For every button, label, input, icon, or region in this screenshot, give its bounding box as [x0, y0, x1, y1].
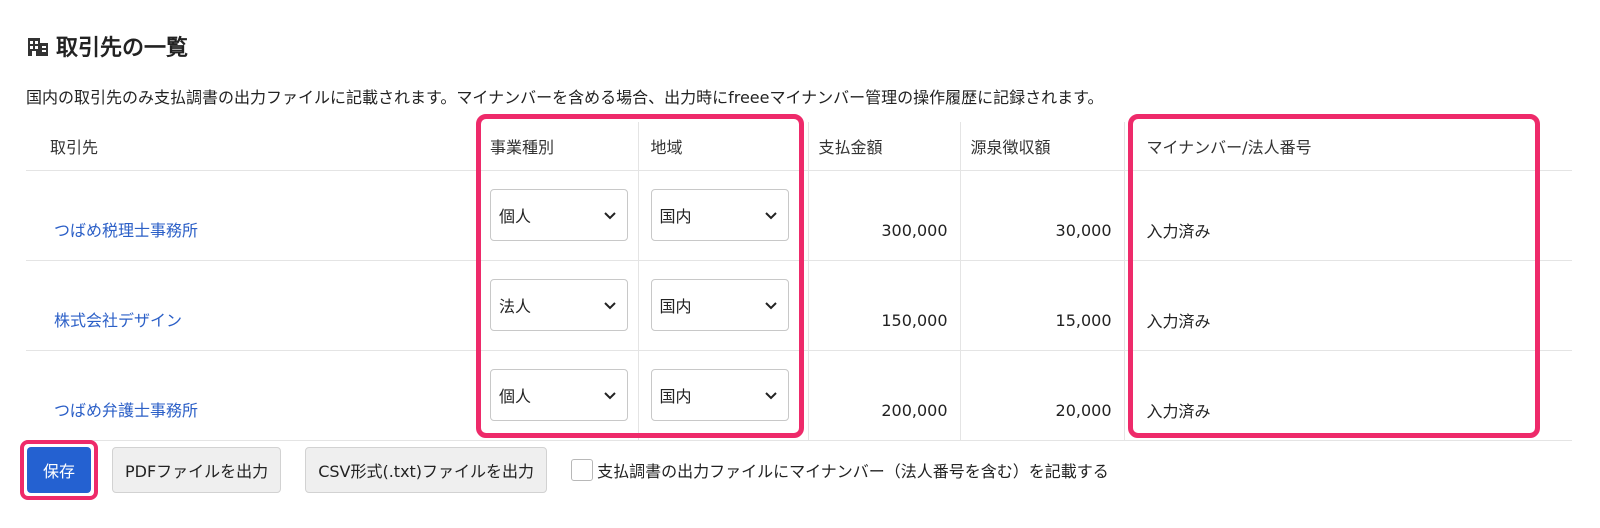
footer-actions: 保存 PDFファイルを出力 CSV形式(.txt)ファイルを出力 支払調書の出力… — [20, 440, 1109, 500]
include-mynumber-checkbox[interactable] — [571, 459, 594, 481]
withholding-amount: 20,000 — [960, 350, 1125, 441]
table-row: 株式会社デザイン 法人 国内 150,000 15,000 入力済み — [26, 260, 1572, 351]
export-pdf-button[interactable]: PDFファイルを出力 — [112, 447, 282, 493]
region-select[interactable]: 国内 — [650, 369, 789, 421]
col-header-mynumber: マイナンバー/法人番号 — [1124, 122, 1572, 171]
business-type-select[interactable]: 法人 — [490, 279, 628, 331]
mynumber-status: 入力済み — [1124, 170, 1572, 261]
payment-amount: 300,000 — [808, 170, 961, 261]
save-highlight: 保存 — [20, 440, 98, 500]
export-csv-button[interactable]: CSV形式(.txt)ファイルを出力 — [305, 447, 548, 493]
page-title: 取引先の一覧 — [56, 36, 189, 61]
select-value: 個人 — [499, 387, 532, 406]
client-table: 取引先 事業種別 地域 支払金額 源泉徴収額 マイナンバー/法人番号 つばめ税理… — [26, 122, 1572, 441]
region-select[interactable]: 国内 — [650, 189, 789, 241]
table-row: つばめ税理士事務所 個人 国内 300,000 30,000 入力済み — [26, 170, 1572, 261]
chevron-down-icon — [764, 302, 777, 310]
col-header-business-type: 事業種別 — [478, 122, 639, 171]
business-type-select[interactable]: 個人 — [490, 369, 628, 421]
col-header-client: 取引先 — [26, 122, 478, 171]
building-icon — [28, 38, 48, 56]
chevron-down-icon — [604, 212, 616, 220]
business-type-select[interactable]: 個人 — [490, 189, 628, 241]
mynumber-status: 入力済み — [1124, 260, 1572, 351]
client-link[interactable]: つばめ弁護士事務所 — [54, 401, 198, 420]
chevron-down-icon — [764, 212, 777, 220]
col-header-payment-amount: 支払金額 — [808, 122, 961, 171]
page-title-area: 取引先の一覧 — [26, 30, 188, 62]
client-link[interactable]: つばめ税理士事務所 — [54, 221, 198, 240]
payment-amount: 200,000 — [808, 350, 961, 441]
include-mynumber-option[interactable]: 支払調書の出力ファイルにマイナンバー（法人番号を含む）を記載する — [571, 458, 1109, 482]
chevron-down-icon — [604, 392, 616, 400]
select-value: 法人 — [499, 297, 532, 316]
save-button[interactable]: 保存 — [27, 447, 91, 493]
select-value: 個人 — [499, 207, 532, 226]
chevron-down-icon — [764, 392, 777, 400]
withholding-amount: 30,000 — [960, 170, 1125, 261]
description-text: 国内の取引先のみ支払調書の出力ファイルに記載されます。マイナンバーを含める場合、… — [26, 88, 1104, 107]
payment-amount: 150,000 — [808, 260, 961, 351]
table-header-row: 取引先 事業種別 地域 支払金額 源泉徴収額 マイナンバー/法人番号 — [26, 122, 1572, 171]
col-header-region: 地域 — [638, 122, 809, 171]
table-row: つばめ弁護士事務所 個人 国内 200,000 20,000 入力済み — [26, 350, 1572, 441]
region-select[interactable]: 国内 — [650, 279, 789, 331]
withholding-amount: 15,000 — [960, 260, 1125, 351]
select-value: 国内 — [659, 387, 692, 406]
client-link[interactable]: 株式会社デザイン — [54, 311, 182, 330]
mynumber-status: 入力済み — [1124, 350, 1572, 441]
include-mynumber-label: 支払調書の出力ファイルにマイナンバー（法人番号を含む）を記載する — [597, 462, 1109, 481]
col-header-withholding-tax: 源泉徴収額 — [960, 122, 1125, 171]
chevron-down-icon — [604, 302, 616, 310]
select-value: 国内 — [659, 207, 692, 226]
select-value: 国内 — [659, 297, 692, 316]
